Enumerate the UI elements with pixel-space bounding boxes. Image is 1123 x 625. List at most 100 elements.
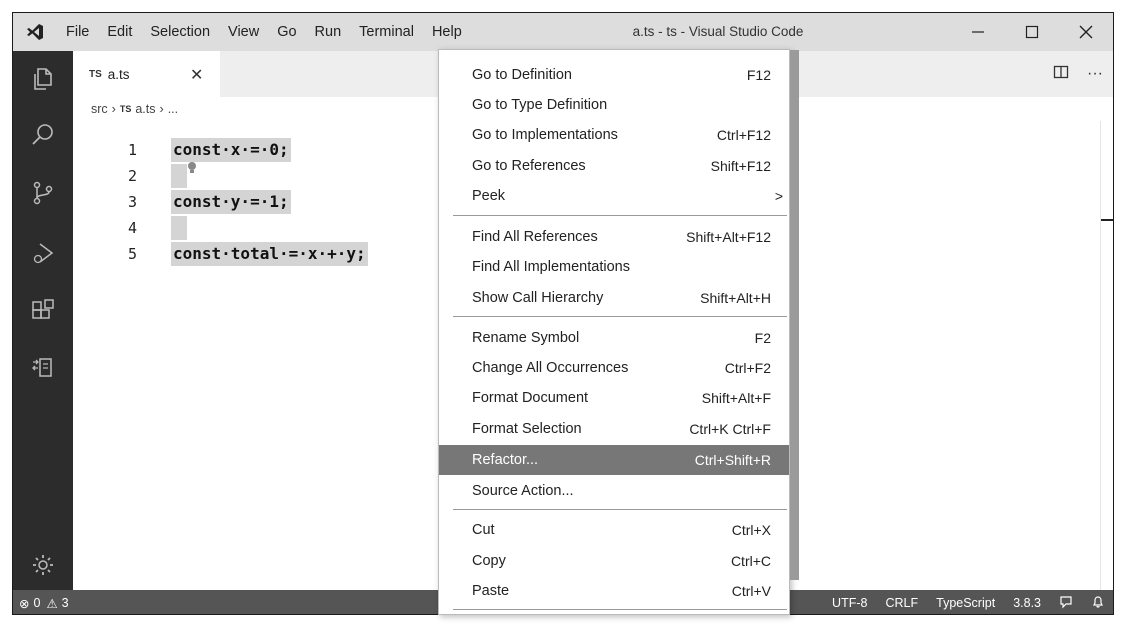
- menu-item-format-document[interactable]: Format Document Shift+Alt+F: [439, 383, 789, 413]
- menu-item-shortcut: Ctrl+K Ctrl+F: [689, 421, 771, 437]
- notifications-bell-icon[interactable]: [1091, 595, 1105, 612]
- menu-edit[interactable]: Edit: [98, 13, 141, 51]
- menu-item-find-all-references[interactable]: Find All References Shift+Alt+F12: [439, 222, 789, 252]
- maximize-button[interactable]: [1005, 13, 1059, 51]
- menu-item-label: Cut: [472, 522, 495, 538]
- menu-separator: [453, 509, 787, 510]
- scrollbar-track[interactable]: [1100, 121, 1101, 590]
- menu-item-go-to-type-definition[interactable]: Go to Type Definition: [439, 90, 789, 120]
- menu-item-peek[interactable]: Peek >: [439, 181, 789, 211]
- menu-selection[interactable]: Selection: [141, 13, 219, 51]
- feedback-icon[interactable]: [1059, 595, 1073, 612]
- menu-bar: File Edit Selection View Go Run Terminal…: [57, 13, 471, 51]
- menu-item-shortcut: Shift+Alt+F12: [686, 229, 771, 245]
- chevron-right-icon: ›: [111, 102, 116, 116]
- menu-item-shortcut: Shift+Alt+F: [701, 390, 771, 406]
- menu-item-format-selection[interactable]: Format Selection Ctrl+K Ctrl+F: [439, 414, 789, 444]
- menu-item-label: Peek: [472, 188, 506, 204]
- code-line: 3 const·y·=·1;: [73, 189, 291, 215]
- menu-item-label: Source Action...: [472, 483, 574, 499]
- scrollbar-cursor-marker: [1101, 219, 1113, 221]
- menu-item-show-call-hierarchy[interactable]: Show Call Hierarchy Shift+Alt+H: [439, 283, 789, 313]
- menu-item-refactor[interactable]: Refactor... Ctrl+Shift+R: [439, 445, 789, 475]
- search-icon[interactable]: [13, 111, 73, 159]
- lightbulb-icon[interactable]: [186, 161, 198, 180]
- problems-indicator[interactable]: ⊗ 0 ⚠ 3: [19, 590, 69, 614]
- gear-icon[interactable]: [13, 541, 73, 589]
- extensions-icon[interactable]: [13, 287, 73, 335]
- tab-a-ts[interactable]: TS a.ts ✕: [73, 51, 220, 97]
- breadcrumb-file[interactable]: a.ts: [135, 102, 155, 116]
- menu-item-cut[interactable]: Cut Ctrl+X: [439, 515, 789, 545]
- close-window-button[interactable]: [1059, 13, 1113, 51]
- eol-indicator[interactable]: CRLF: [885, 596, 918, 610]
- menu-help[interactable]: Help: [423, 13, 471, 51]
- menu-item-go-to-implementations[interactable]: Go to Implementations Ctrl+F12: [439, 120, 789, 150]
- typescript-file-icon: TS: [89, 68, 102, 80]
- menu-scrollbar[interactable]: [790, 50, 799, 580]
- menu-separator: [453, 215, 787, 216]
- code-text[interactable]: const·x·=·0;: [171, 138, 291, 162]
- menu-item-shortcut: Ctrl+F2: [724, 360, 771, 376]
- code-line: 5 const·total·=·x·+·y;: [73, 241, 368, 267]
- menu-item-label: Copy: [472, 553, 506, 569]
- typescript-file-icon: TS: [119, 104, 132, 114]
- status-right: UTF-8 CRLF TypeScript 3.8.3: [832, 590, 1105, 614]
- menu-item-find-all-implementations[interactable]: Find All Implementations: [439, 252, 789, 282]
- menu-item-paste[interactable]: Paste Ctrl+V: [439, 576, 789, 606]
- breadcrumb: src › TS a.ts › ...: [91, 99, 178, 119]
- menu-run[interactable]: Run: [306, 13, 351, 51]
- menu-item-copy[interactable]: Copy Ctrl+C: [439, 546, 789, 576]
- menu-item-rename-symbol[interactable]: Rename Symbol F2: [439, 323, 789, 353]
- menu-item-shortcut: Ctrl+X: [731, 522, 771, 538]
- menu-item-label: Find All Implementations: [472, 259, 630, 275]
- menu-separator: [453, 316, 787, 317]
- window-controls: [951, 13, 1113, 51]
- code-text[interactable]: [171, 164, 187, 188]
- split-editor-icon[interactable]: [1053, 64, 1069, 85]
- menu-item-shortcut: Ctrl+Shift+R: [694, 452, 771, 468]
- menu-terminal[interactable]: Terminal: [350, 13, 423, 51]
- menu-item-go-to-definition[interactable]: Go to Definition F12: [439, 60, 789, 90]
- warning-icon: ⚠: [46, 596, 58, 611]
- menu-item-label: Go to Type Definition: [472, 97, 608, 113]
- code-text[interactable]: const·y·=·1;: [171, 190, 291, 214]
- close-icon: [1079, 25, 1093, 39]
- code-line: 2: [73, 163, 187, 189]
- title-bar: File Edit Selection View Go Run Terminal…: [13, 13, 1113, 51]
- code-text[interactable]: [171, 216, 187, 240]
- menu-go[interactable]: Go: [268, 13, 305, 51]
- line-number: 5: [127, 245, 137, 263]
- menu-view[interactable]: View: [219, 13, 268, 51]
- code-line: 1 const·x·=·0;: [73, 137, 291, 163]
- line-number: 2: [127, 167, 137, 185]
- breadcrumb-folder[interactable]: src: [91, 102, 108, 116]
- explorer-icon[interactable]: [13, 55, 73, 103]
- remote-explorer-icon[interactable]: [13, 343, 73, 391]
- more-actions-icon[interactable]: ···: [1087, 65, 1103, 83]
- menu-item-change-all-occurrences[interactable]: Change All Occurrences Ctrl+F2: [439, 353, 789, 383]
- editor-actions: ···: [1053, 51, 1103, 97]
- menu-file[interactable]: File: [57, 13, 98, 51]
- encoding-indicator[interactable]: UTF-8: [832, 596, 867, 610]
- code-text[interactable]: const·total·=·x·+·y;: [171, 242, 368, 266]
- menu-item-go-to-references[interactable]: Go to References Shift+F12: [439, 151, 789, 181]
- tab-label: a.ts: [107, 66, 130, 82]
- menu-item-label: Go to Definition: [472, 67, 572, 83]
- run-debug-icon[interactable]: [13, 229, 73, 277]
- menu-item-source-action[interactable]: Source Action...: [439, 476, 789, 506]
- menu-item-label: Go to Implementations: [472, 127, 618, 143]
- window-title: a.ts - ts - Visual Studio Code: [632, 24, 804, 39]
- breadcrumb-symbol[interactable]: ...: [168, 102, 178, 116]
- chevron-right-icon: ›: [159, 102, 164, 116]
- line-number: 4: [127, 219, 137, 237]
- close-tab-icon[interactable]: ✕: [190, 65, 203, 85]
- menu-item-label: Rename Symbol: [472, 330, 580, 346]
- source-control-icon[interactable]: [13, 169, 73, 217]
- minimize-button[interactable]: [951, 13, 1005, 51]
- typescript-version[interactable]: 3.8.3: [1013, 596, 1041, 610]
- line-number: 1: [127, 141, 137, 159]
- language-mode[interactable]: TypeScript: [936, 596, 995, 610]
- menu-item-label: Format Document: [472, 390, 589, 406]
- menu-item-label: Refactor...: [472, 452, 539, 468]
